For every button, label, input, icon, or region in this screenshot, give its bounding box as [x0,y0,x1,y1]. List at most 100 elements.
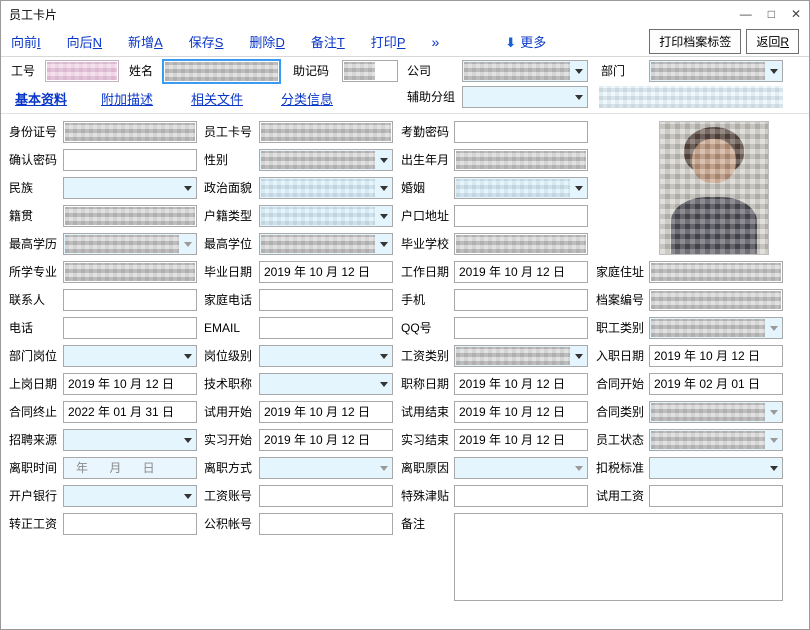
dropdown-arrow-icon[interactable] [571,458,587,478]
intern-start-input[interactable]: 2019 年 10 月 12 日 [259,429,393,451]
contract-type-combo[interactable] [649,401,783,423]
contract-start-input[interactable]: 2019 年 02 月 01 日 [649,373,783,395]
dropdown-arrow-icon[interactable] [180,430,196,450]
dropdown-arrow-icon[interactable] [766,402,782,422]
bank-combo[interactable] [63,485,197,507]
birth-input[interactable] [454,149,588,171]
probation-start-input[interactable]: 2019 年 10 月 12 日 [259,401,393,423]
political-combo[interactable] [259,177,393,199]
post-level-combo[interactable] [259,345,393,367]
dropdown-arrow-icon[interactable] [571,178,587,198]
tab-classification[interactable]: 分类信息 [281,89,333,108]
school-input[interactable] [454,233,588,255]
contract-end-input[interactable]: 2022 年 01 月 31 日 [63,401,197,423]
onboard-date-input[interactable]: 2019 年 10 月 12 日 [63,373,197,395]
remark-textarea[interactable] [454,513,783,601]
dropdown-arrow-icon[interactable] [571,61,587,81]
emp-card-input[interactable] [259,121,393,143]
leave-date-input[interactable]: 年 月 日 [63,457,197,479]
save-button[interactable]: 保存S [189,32,224,51]
attendance-pwd-input[interactable] [454,121,588,143]
mnemonic-input[interactable] [342,60,398,82]
home-phone-input[interactable] [259,289,393,311]
tab-additional-desc[interactable]: 附加描述 [101,89,153,108]
tab-related-files[interactable]: 相关文件 [191,89,243,108]
gender-combo[interactable] [259,149,393,171]
leave-reason-combo[interactable] [454,457,588,479]
dropdown-arrow-icon[interactable] [180,178,196,198]
probation-salary-input[interactable] [649,485,783,507]
maximize-button[interactable]: □ [768,5,775,23]
aux-group-combo[interactable] [462,86,588,108]
company-combo[interactable] [462,60,588,82]
household-addr-input[interactable] [454,205,588,227]
dropdown-arrow-icon[interactable] [766,458,782,478]
major-input[interactable] [63,261,197,283]
mobile-input[interactable] [454,289,588,311]
return-button[interactable]: 返回R [746,29,799,54]
salary-type-combo[interactable] [454,345,588,367]
leave-way-combo[interactable] [259,457,393,479]
name-input[interactable] [162,59,281,84]
toolbar-overflow-icon[interactable]: » [431,34,439,50]
dropdown-arrow-icon[interactable] [376,206,392,226]
grad-date-input[interactable]: 2019 年 10 月 12 日 [259,261,393,283]
emp-no-input[interactable] [45,60,119,82]
id-card-input[interactable] [63,121,197,143]
emp-status-combo[interactable] [649,429,783,451]
marriage-combo[interactable] [454,177,588,199]
recruit-source-combo[interactable] [63,429,197,451]
dropdown-arrow-icon[interactable] [766,430,782,450]
nav-back-button[interactable]: 向后N [67,32,102,51]
tab-basic-info[interactable]: 基本资料 [15,89,67,108]
dropdown-arrow-icon[interactable] [766,318,782,338]
dropdown-arrow-icon[interactable] [766,61,782,81]
dropdown-arrow-icon[interactable] [571,87,587,107]
dropdown-arrow-icon[interactable] [376,178,392,198]
dropdown-arrow-icon[interactable] [376,374,392,394]
household-type-combo[interactable] [259,205,393,227]
more-button[interactable]: ⬇更多 [505,32,546,51]
dropdown-arrow-icon[interactable] [376,234,392,254]
close-button[interactable]: ✕ [791,5,801,23]
confirm-pwd-input[interactable] [63,149,197,171]
print-archive-label-button[interactable]: 打印档案标签 [649,29,741,54]
tax-std-combo[interactable] [649,457,783,479]
staff-type-combo[interactable] [649,317,783,339]
hire-date-input[interactable]: 2019 年 10 月 12 日 [649,345,783,367]
intern-end-input[interactable]: 2019 年 10 月 12 日 [454,429,588,451]
fund-account-input[interactable] [259,513,393,535]
print-button[interactable]: 打印P [371,32,406,51]
archive-no-input[interactable] [649,289,783,311]
note-button[interactable]: 备注T [311,32,345,51]
title-date-input[interactable]: 2019 年 10 月 12 日 [454,373,588,395]
dropdown-arrow-icon[interactable] [376,150,392,170]
probation-end-input[interactable]: 2019 年 10 月 12 日 [454,401,588,423]
ethnicity-combo[interactable] [63,177,197,199]
education-combo[interactable] [63,233,197,255]
email-input[interactable] [259,317,393,339]
regular-salary-input[interactable] [63,513,197,535]
salary-account-input[interactable] [259,485,393,507]
contact-input[interactable] [63,289,197,311]
work-date-input[interactable]: 2019 年 10 月 12 日 [454,261,588,283]
tech-title-combo[interactable] [259,373,393,395]
native-place-input[interactable] [63,205,197,227]
phone-input[interactable] [63,317,197,339]
nav-forward-button[interactable]: 向前I [11,32,41,51]
dropdown-arrow-icon[interactable] [180,346,196,366]
dropdown-arrow-icon[interactable] [571,346,587,366]
delete-button[interactable]: 删除D [249,32,284,51]
minimize-button[interactable]: — [740,5,752,23]
home-addr-input[interactable] [649,261,783,283]
new-button[interactable]: 新增A [128,32,163,51]
dropdown-arrow-icon[interactable] [180,234,196,254]
allowance-input[interactable] [454,485,588,507]
dropdown-arrow-icon[interactable] [376,458,392,478]
dept-combo[interactable] [649,60,783,82]
dept-post-combo[interactable] [63,345,197,367]
dropdown-arrow-icon[interactable] [180,486,196,506]
dropdown-arrow-icon[interactable] [376,346,392,366]
qq-input[interactable] [454,317,588,339]
degree-combo[interactable] [259,233,393,255]
